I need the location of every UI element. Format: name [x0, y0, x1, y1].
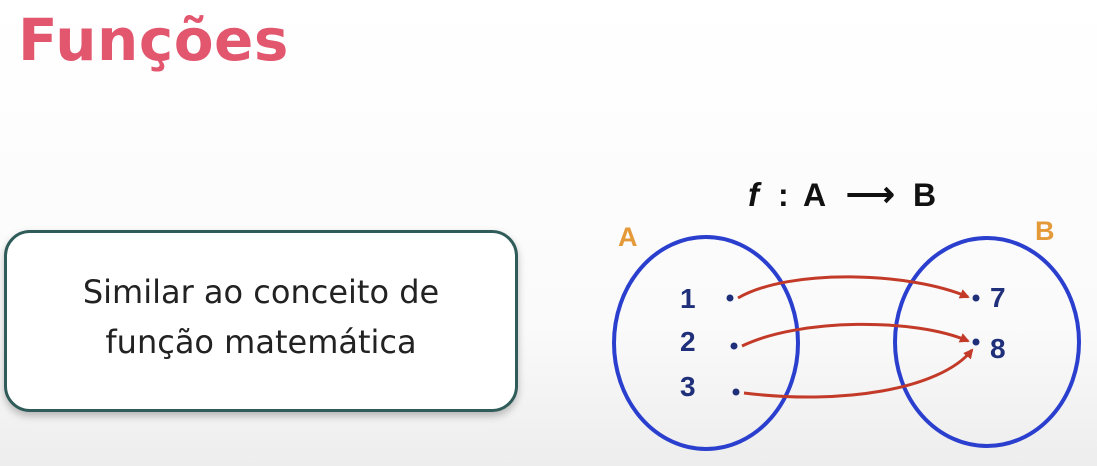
formula-arrow: ⟶: [846, 176, 895, 214]
set-b-element: 8: [990, 333, 1006, 364]
formula-function-name: f: [748, 176, 762, 213]
formula-codomain: B: [913, 177, 936, 213]
set-b-label: B: [1035, 216, 1055, 246]
function-formula: f : A ⟶ B: [748, 176, 936, 214]
set-b-point: [972, 338, 980, 346]
set-a-element: 1: [680, 283, 696, 314]
set-b-element: 7: [990, 282, 1006, 313]
set-a-elements: 1 2 3: [680, 283, 740, 402]
set-a-element: 2: [680, 326, 696, 357]
mapping-arrows: [737, 275, 974, 399]
function-mapping-diagram: f : A ⟶ B A B 1 2 3 7 8: [612, 176, 1081, 451]
set-a-element: 3: [680, 371, 696, 402]
set-b-ellipse: [893, 236, 1081, 448]
set-b-point: [972, 294, 980, 302]
set-a-ellipse: [612, 235, 800, 451]
mapping-arrow-3-to-8: [743, 348, 974, 399]
set-b-elements: 7 8: [972, 282, 1006, 364]
formula-separator: :: [778, 177, 789, 213]
formula-domain: A: [803, 177, 826, 213]
set-a-point: [730, 342, 738, 350]
set-a-label: A: [618, 222, 638, 252]
set-a-point: [732, 388, 740, 396]
mapping-arrow-1-to-7: [737, 275, 970, 300]
mapping-arrow-2-to-8: [741, 322, 970, 348]
set-a-point: [726, 294, 734, 302]
